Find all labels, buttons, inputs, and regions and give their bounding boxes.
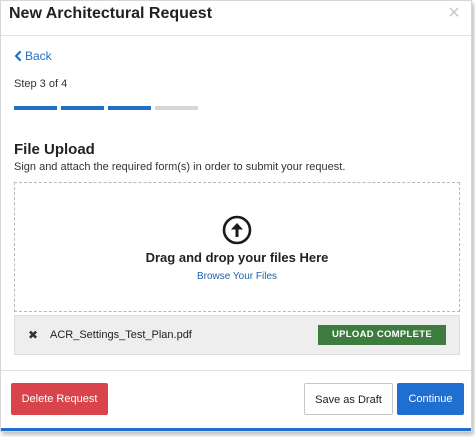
section-title: File Upload — [14, 141, 95, 158]
continue-button[interactable]: Continue — [397, 383, 464, 415]
step-indicator: Step 3 of 4 — [14, 78, 68, 90]
chevron-left-icon — [14, 51, 21, 61]
dialog-header: New Architectural Request × — [1, 1, 471, 36]
save-draft-button[interactable]: Save as Draft — [304, 383, 393, 415]
remove-file-icon[interactable]: ✖ — [27, 328, 39, 342]
browse-files-link[interactable]: Browse Your Files — [15, 271, 459, 282]
dropzone-text: Drag and drop your files Here — [145, 250, 329, 265]
section-subtitle: Sign and attach the required form(s) in … — [14, 161, 346, 173]
back-label: Back — [25, 49, 52, 63]
step-progress-bar — [14, 106, 198, 110]
close-icon[interactable]: × — [445, 2, 463, 24]
dialog-footer: Delete Request Save as Draft Continue — [1, 370, 471, 431]
progress-segment-1 — [14, 106, 57, 110]
upload-status-badge: UPLOAD COMPLETE — [318, 325, 446, 345]
delete-request-button[interactable]: Delete Request — [11, 383, 108, 415]
arrow-up-circle-icon — [222, 215, 252, 245]
new-request-dialog: New Architectural Request × Back Step 3 … — [0, 0, 472, 432]
dialog-title: New Architectural Request — [9, 5, 213, 22]
progress-segment-3 — [108, 106, 151, 110]
file-dropzone[interactable]: Drag and drop your files Here Browse You… — [14, 182, 460, 312]
back-link[interactable]: Back — [14, 49, 52, 63]
progress-segment-4 — [155, 106, 198, 110]
bottom-accent-bar — [1, 428, 471, 431]
uploaded-file-row: ✖ ACR_Settings_Test_Plan.pdf UPLOAD COMP… — [14, 315, 460, 355]
progress-segment-2 — [61, 106, 104, 110]
file-name: ACR_Settings_Test_Plan.pdf — [50, 329, 192, 341]
